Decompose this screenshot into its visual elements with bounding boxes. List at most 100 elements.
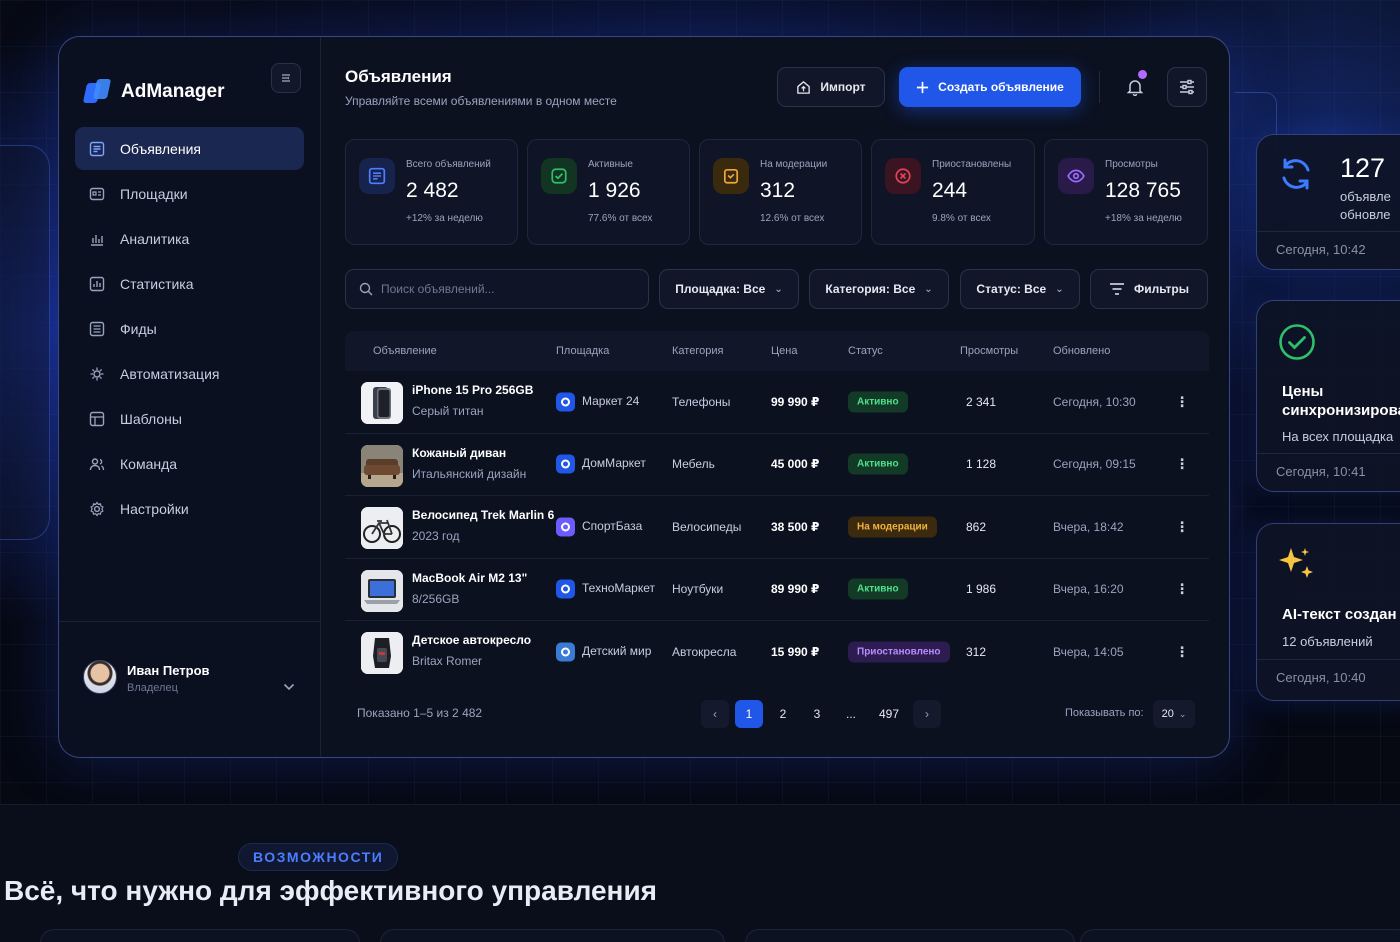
sidebar: AdManager Объявления Площадки Аналитика … — [59, 37, 321, 757]
notification-card-ai[interactable]: AI-текст создан 12 объявлений Сегодня, 1… — [1256, 523, 1400, 701]
product-thumbnail — [361, 444, 403, 487]
stat-note: 9.8% от всех — [932, 213, 991, 224]
table-row[interactable]: MacBook Air M2 13" 8/256GB ТехноМаркет Н… — [345, 559, 1209, 621]
import-button[interactable]: Импорт — [777, 67, 885, 107]
per-page-select[interactable]: 20 ⌄ — [1153, 700, 1195, 728]
create-label: Создать объявление — [938, 80, 1064, 94]
view-settings-button[interactable] — [1167, 67, 1207, 107]
platform-filter[interactable]: Площадка: Все ⌄ — [659, 269, 799, 309]
sidebar-item-label: Статистика — [120, 275, 194, 292]
ad-title[interactable]: Велосипед Trek Marlin 6 — [412, 508, 554, 522]
table-row[interactable]: iPhone 15 Pro 256GB Серый титан Маркет 2… — [345, 371, 1209, 434]
more-filters-button[interactable]: Фильтры — [1090, 269, 1208, 309]
more-actions-icon[interactable]: ⋮ — [1175, 644, 1189, 661]
sidebar-item-team[interactable]: Команда — [75, 442, 304, 485]
close-circle-icon — [885, 158, 921, 194]
sidebar-item-analytics[interactable]: Аналитика — [75, 217, 304, 260]
column-header[interactable]: Статус — [848, 345, 883, 357]
page-title: Объявления — [345, 67, 452, 86]
eye-icon — [1058, 158, 1094, 194]
ad-title[interactable]: Кожаный диван — [412, 446, 506, 460]
notification-card-updated[interactable]: 127 объявле обновле Сегодня, 10:42 — [1256, 134, 1400, 270]
ad-subtitle: Britax Romer — [412, 654, 483, 668]
page-button[interactable]: 3 — [803, 700, 831, 728]
search-input[interactable]: Поиск объявлений... — [345, 269, 649, 309]
status-cell: Активно — [848, 453, 908, 475]
car-seat-image — [361, 632, 403, 674]
chevron-down-icon[interactable] — [283, 680, 295, 694]
sidebar-item-label: Автоматизация — [120, 365, 220, 382]
table-row[interactable]: Детское автокресло Britax Romer Детский … — [345, 621, 1209, 684]
ads-icon — [359, 158, 395, 194]
ad-title[interactable]: MacBook Air M2 13" — [412, 571, 527, 585]
stat-card-active[interactable]: Активные 1 926 77.6% от всех — [527, 139, 690, 245]
sidebar-item-platforms[interactable]: Площадки — [75, 172, 304, 215]
column-header[interactable]: Площадка — [556, 345, 609, 357]
price-cell: 45 000 ₽ — [771, 457, 820, 472]
updated-cell: Вчера, 18:42 — [1053, 519, 1124, 534]
more-actions-icon[interactable]: ⋮ — [1175, 456, 1189, 473]
next-page-button[interactable]: › — [913, 700, 941, 728]
column-header[interactable]: Обновлено — [1053, 345, 1110, 357]
user-profile[interactable]: Иван Петров Владелец — [59, 621, 320, 757]
notifications-button[interactable] — [1115, 67, 1155, 107]
create-ad-button[interactable]: Создать объявление — [899, 67, 1081, 107]
toast-text: На всех площадка — [1282, 429, 1394, 444]
ad-title[interactable]: Детское автокресло — [412, 633, 531, 647]
category-filter[interactable]: Категория: Все ⌄ — [809, 269, 949, 309]
stat-label: Всего объявлений — [406, 159, 491, 170]
platform-logo-icon — [556, 642, 575, 662]
platform-name: ДомМаркет — [582, 456, 646, 471]
stat-card-paused[interactable]: Приостановлены 244 9.8% от всех — [871, 139, 1035, 245]
main-content: Объявления Управляйте всеми объявлениями… — [321, 37, 1229, 757]
status-badge: Приостановлено — [848, 641, 950, 663]
sofa-image — [361, 444, 403, 487]
per-page-value: 20 — [1161, 708, 1174, 720]
stat-card-views[interactable]: Просмотры 128 765 +18% за неделю — [1044, 139, 1208, 245]
category-cell: Мебель — [672, 457, 715, 472]
status-filter[interactable]: Статус: Все ⌄ — [960, 269, 1080, 309]
column-header[interactable]: Категория — [672, 345, 723, 357]
platform-name: Маркет 24 — [582, 393, 640, 408]
collapse-icon — [282, 74, 290, 82]
sidebar-item-templates[interactable]: Шаблоны — [75, 397, 304, 440]
toast-divider — [1257, 659, 1400, 660]
statistics-icon — [89, 276, 105, 292]
more-actions-icon[interactable]: ⋮ — [1175, 581, 1189, 598]
column-header[interactable]: Объявление — [373, 345, 437, 357]
page-button[interactable]: 497 — [875, 700, 903, 728]
column-header[interactable]: Просмотры — [960, 345, 1018, 357]
stat-card-moderation[interactable]: На модерации 312 12.6% от всех — [699, 139, 862, 245]
sidebar-item-ads[interactable]: Объявления — [75, 127, 304, 170]
sidebar-item-automation[interactable]: Автоматизация — [75, 352, 304, 395]
status-badge: На модерации — [848, 516, 937, 538]
category-filter-label: Категория: Все — [825, 282, 916, 296]
table-row[interactable]: Кожаный диван Итальянский дизайн ДомМарк… — [345, 434, 1209, 496]
sidebar-item-label: Объявления — [120, 140, 201, 157]
sidebar-item-statistics[interactable]: Статистика — [75, 262, 304, 305]
stat-note: +12% за неделю — [406, 213, 483, 224]
views-cell: 862 — [966, 519, 987, 534]
platform-cell: Маркет 24 — [556, 392, 640, 412]
prev-page-button[interactable]: ‹ — [701, 700, 729, 728]
clipboard-icon — [713, 158, 749, 194]
notification-card-prices[interactable]: Цены синхронизирова На всех площадка Сег… — [1256, 300, 1400, 492]
stat-card-total[interactable]: Всего объявлений 2 482 +12% за неделю — [345, 139, 518, 245]
more-actions-icon[interactable]: ⋮ — [1175, 518, 1189, 535]
more-actions-icon[interactable]: ⋮ — [1175, 393, 1189, 410]
stat-label: Активные — [588, 159, 633, 170]
platform-cell: ТехноМаркет — [556, 579, 655, 599]
table-row[interactable]: Велосипед Trek Marlin 6 2023 год СпортБа… — [345, 496, 1209, 559]
sidebar-item-feeds[interactable]: Фиды — [75, 307, 304, 350]
page-button[interactable]: 1 — [735, 700, 763, 728]
ad-title[interactable]: iPhone 15 Pro 256GB — [412, 383, 533, 397]
updated-cell: Вчера, 16:20 — [1053, 582, 1124, 597]
stat-value: 312 — [760, 179, 796, 202]
price-cell: 38 500 ₽ — [771, 519, 820, 534]
laptop-image — [361, 569, 403, 612]
sidebar-item-settings[interactable]: Настройки — [75, 487, 304, 530]
sidebar-item-label: Площадки — [120, 185, 188, 202]
page-button[interactable]: 2 — [769, 700, 797, 728]
column-header[interactable]: Цена — [771, 345, 797, 357]
collapse-sidebar-button[interactable] — [271, 63, 301, 93]
